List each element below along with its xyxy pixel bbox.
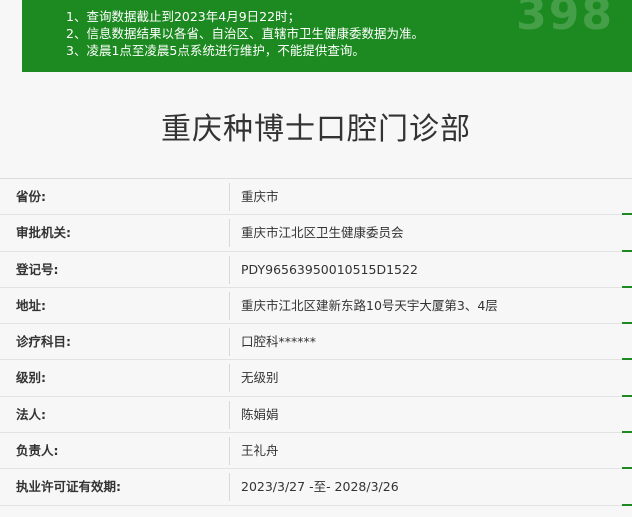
row-label: 审批机关: <box>16 225 71 241</box>
table-row: 执业许可证有效期: 2023/3/27 -至- 2028/3/26 <box>0 469 632 506</box>
row-value: 王礼舟 <box>241 443 279 459</box>
column-divider <box>229 183 230 211</box>
row-value: 陈娟娟 <box>241 406 279 422</box>
notice-line-3: 3、凌晨1点至凌晨5点系统进行维护，不能提供查询。 <box>66 43 365 58</box>
page: 1、查询数据截止到2023年4月9日22时； 2、信息数据结果以各省、自治区、直… <box>0 0 632 517</box>
row-label: 登记号: <box>16 261 59 277</box>
table-row: 地址: 重庆市江北区建新东路10号天宇大厦第3、4层 <box>0 288 632 325</box>
table-row: 省份: 重庆市 <box>0 179 632 216</box>
row-label: 地址: <box>16 297 46 313</box>
row-label: 诊疗科目: <box>16 334 71 350</box>
column-divider <box>229 437 230 466</box>
row-value: 重庆市江北区建新东路10号天宇大厦第3、4层 <box>241 297 498 313</box>
row-value: 口腔科****** <box>241 334 317 350</box>
row-label: 省份: <box>16 189 46 204</box>
row-value: 重庆市 <box>241 189 279 204</box>
table-row: 负责人: 王礼舟 <box>0 433 632 470</box>
row-value: 无级别 <box>241 370 279 386</box>
column-divider <box>229 291 230 320</box>
row-label: 执业许可证有效期: <box>16 479 121 495</box>
row-accent <box>622 503 632 506</box>
row-label: 负责人: <box>16 443 59 459</box>
column-divider <box>229 328 230 357</box>
table-row: 诊疗科目: 口腔科****** <box>0 324 632 361</box>
clinic-title: 重庆种博士口腔门诊部 <box>161 112 471 147</box>
notice-banner: 1、查询数据截止到2023年4月9日22时； 2、信息数据结果以各省、自治区、直… <box>22 0 632 72</box>
clinic-details-table: 省份: 重庆市 审批机关: 重庆市江北区卫生健康委员会 登记号: PDY9656… <box>0 178 632 506</box>
column-divider <box>229 473 230 502</box>
table-row: 级别: 无级别 <box>0 360 632 397</box>
table-row: 登记号: PDY96563950010515D1522 <box>0 252 632 288</box>
table-row: 法人: 陈娟娟 <box>0 397 632 434</box>
column-divider <box>229 219 230 248</box>
column-divider <box>229 364 230 393</box>
row-value: PDY96563950010515D1522 <box>241 261 418 277</box>
row-value: 重庆市江北区卫生健康委员会 <box>241 225 404 241</box>
watermark-logo: 398 <box>516 0 614 40</box>
row-value: 2023/3/27 -至- 2028/3/26 <box>241 479 399 495</box>
column-divider <box>229 255 230 284</box>
column-divider <box>229 400 230 429</box>
table-row: 审批机关: 重庆市江北区卫生健康委员会 <box>0 215 632 252</box>
row-label: 法人: <box>16 406 46 422</box>
row-label: 级别: <box>16 370 46 386</box>
